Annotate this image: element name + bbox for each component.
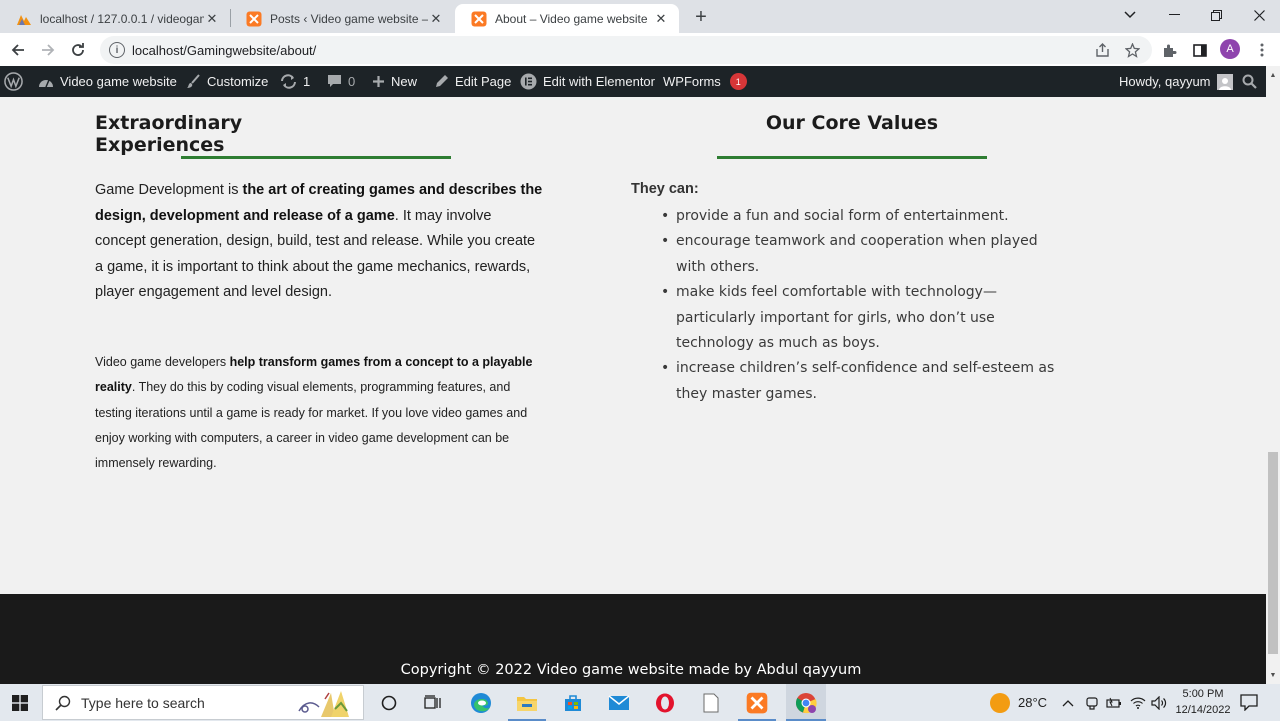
user-avatar-icon bbox=[1216, 73, 1233, 90]
close-window-icon[interactable] bbox=[1237, 0, 1280, 30]
list-item: encourage teamwork and cooperation when … bbox=[656, 229, 1056, 280]
reload-icon[interactable] bbox=[65, 37, 91, 63]
list-item: increase children’s self-confidence and … bbox=[656, 356, 1056, 407]
address-bar[interactable]: i localhost/Gamingwebsite/about/ bbox=[100, 36, 1152, 64]
volume-icon[interactable] bbox=[1151, 684, 1167, 721]
weather-widget[interactable]: 28°C bbox=[990, 684, 1047, 721]
search-icon[interactable] bbox=[1242, 66, 1257, 97]
taskbar-clock[interactable]: 5:00 PM 12/14/2022 bbox=[1168, 686, 1238, 718]
chrome-taskbar-icon[interactable] bbox=[786, 684, 826, 721]
forward-icon[interactable] bbox=[35, 37, 61, 63]
heading-divider bbox=[181, 156, 451, 159]
url-text[interactable]: localhost/Gamingwebsite/about/ bbox=[132, 43, 316, 58]
tab-close-icon[interactable]: ✕ bbox=[653, 11, 669, 27]
updates-icon bbox=[280, 74, 297, 89]
page-content: Extraordinary Experiences Game Developme… bbox=[0, 97, 1266, 594]
taskbar-search-box[interactable]: Type here to search bbox=[42, 685, 364, 720]
tab-close-icon[interactable]: ✕ bbox=[428, 11, 444, 27]
wpforms-link[interactable]: WPForms 1 bbox=[663, 66, 747, 97]
scroll-up-icon[interactable]: ▲ bbox=[1266, 68, 1280, 82]
microsoft-store-icon[interactable] bbox=[558, 688, 588, 718]
elementor-link[interactable]: Edit with Elementor bbox=[520, 66, 655, 97]
section-heading-core-values: Our Core Values bbox=[765, 112, 939, 134]
file-explorer-icon[interactable] bbox=[512, 688, 542, 718]
tab-search-icon[interactable] bbox=[1108, 0, 1152, 30]
notification-badge: 1 bbox=[729, 73, 747, 90]
tab-about[interactable]: About – Video game website ✕ bbox=[455, 4, 679, 33]
copyright-text: Copyright © 2022 Video game website made… bbox=[400, 662, 862, 678]
list-item: provide a fun and social form of enterta… bbox=[656, 204, 1056, 230]
new-content-link[interactable]: New bbox=[372, 66, 417, 97]
site-info-icon[interactable]: i bbox=[109, 42, 125, 58]
minimize-icon[interactable] bbox=[1152, 0, 1196, 30]
mail-icon[interactable] bbox=[604, 688, 634, 718]
account-menu[interactable]: Howdy, qayyum bbox=[1119, 66, 1233, 97]
site-footer: Copyright © 2022 Video game website made… bbox=[0, 594, 1266, 684]
updates-link[interactable]: 1 bbox=[280, 66, 310, 97]
new-tab-button[interactable]: + bbox=[690, 6, 712, 28]
elementor-icon bbox=[520, 73, 537, 90]
pencil-icon bbox=[434, 74, 449, 89]
windows-start-icon[interactable] bbox=[0, 684, 40, 721]
heading-divider bbox=[717, 156, 987, 159]
scrollbar-thumb[interactable] bbox=[1268, 452, 1278, 654]
bookmark-star-icon[interactable] bbox=[1122, 40, 1142, 60]
sun-weather-icon bbox=[990, 692, 1010, 713]
browser-window: localhost / 127.0.0.1 / videogame ✕ Post… bbox=[0, 0, 1280, 721]
page-scrollbar[interactable]: ▲ ▼ bbox=[1266, 66, 1280, 684]
wordpress-logo-icon[interactable] bbox=[4, 66, 23, 97]
wp-admin-bar: Video game website Customize 1 0 New Edi… bbox=[0, 66, 1266, 97]
scroll-down-icon[interactable]: ▼ bbox=[1266, 668, 1280, 682]
share-icon[interactable] bbox=[1092, 40, 1112, 60]
battery-icon[interactable] bbox=[1106, 684, 1122, 721]
xampp-icon bbox=[471, 11, 487, 27]
extensions-icon[interactable] bbox=[1159, 40, 1179, 60]
comment-icon bbox=[327, 74, 342, 89]
xampp-icon bbox=[246, 11, 262, 27]
site-name-link[interactable]: Video game website bbox=[38, 66, 177, 97]
tab-close-icon[interactable]: ✕ bbox=[204, 11, 220, 27]
dashboard-icon bbox=[38, 75, 54, 89]
wifi-icon[interactable] bbox=[1130, 684, 1146, 721]
paragraph-game-development: Game Development is the art of creating … bbox=[95, 182, 543, 301]
side-panel-icon[interactable] bbox=[1190, 40, 1210, 60]
browser-menu-icon[interactable] bbox=[1252, 40, 1272, 60]
core-values-label: They can: bbox=[631, 181, 699, 197]
restore-icon[interactable] bbox=[1194, 0, 1238, 30]
section-heading-experiences: Extraordinary Experiences bbox=[95, 112, 243, 156]
search-highlight-illustration-icon bbox=[295, 687, 363, 720]
xampp-taskbar-icon[interactable] bbox=[742, 688, 772, 718]
notepad-icon[interactable] bbox=[696, 688, 726, 718]
list-item: make kids feel comfortable with technolo… bbox=[656, 280, 1056, 356]
paragraph-video-game-developers: Video game developers help transform gam… bbox=[95, 355, 533, 471]
tab-phpmyadmin[interactable]: localhost / 127.0.0.1 / videogame ✕ bbox=[0, 4, 230, 33]
opera-icon[interactable] bbox=[650, 688, 680, 718]
search-icon bbox=[55, 695, 71, 711]
comments-link[interactable]: 0 bbox=[327, 66, 355, 97]
back-icon[interactable] bbox=[5, 37, 31, 63]
notifications-icon[interactable] bbox=[1240, 684, 1258, 721]
plus-icon bbox=[372, 75, 385, 88]
task-view-icon[interactable] bbox=[418, 688, 448, 718]
show-hidden-icons-icon[interactable] bbox=[1062, 684, 1074, 721]
edge-icon[interactable] bbox=[466, 688, 496, 718]
windows-taskbar: Type here to search 28°C 5:00 PM 12/14/2… bbox=[0, 684, 1280, 721]
brush-icon bbox=[186, 74, 201, 89]
cortana-icon[interactable] bbox=[374, 688, 404, 718]
browser-toolbar: i localhost/Gamingwebsite/about/ A bbox=[0, 33, 1280, 66]
core-values-list: provide a fun and social form of enterta… bbox=[656, 204, 1056, 407]
phpmyadmin-icon bbox=[16, 11, 32, 27]
edit-page-link[interactable]: Edit Page bbox=[434, 66, 511, 97]
tab-strip: localhost / 127.0.0.1 / videogame ✕ Post… bbox=[0, 0, 1280, 33]
customize-link[interactable]: Customize bbox=[186, 66, 268, 97]
tab-posts[interactable]: Posts ‹ Video game website — W ✕ bbox=[230, 4, 454, 33]
profile-avatar[interactable]: A bbox=[1220, 39, 1240, 59]
meet-now-icon[interactable] bbox=[1085, 684, 1099, 721]
